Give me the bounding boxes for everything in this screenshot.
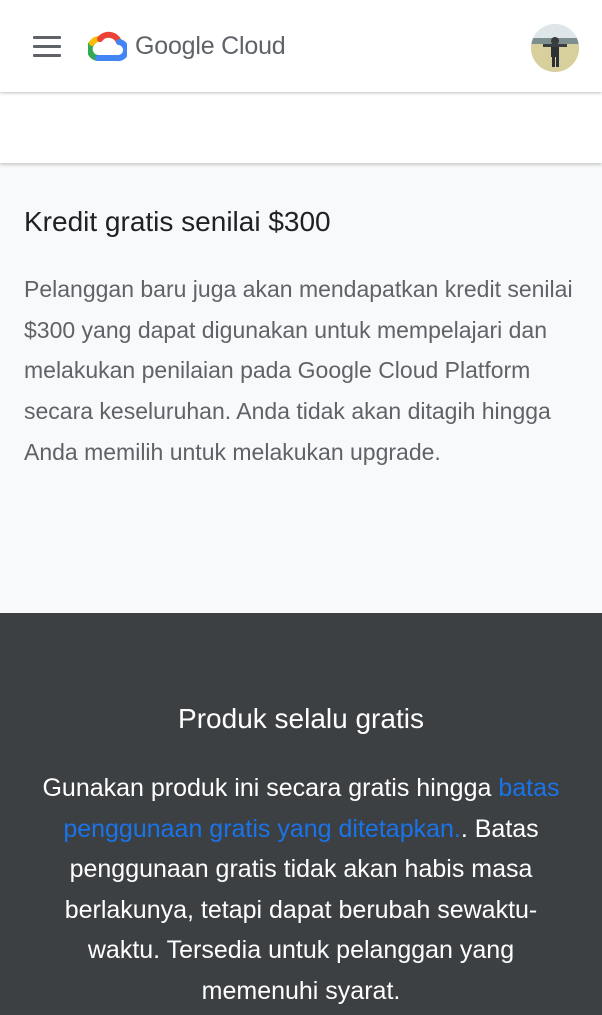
google-cloud-logo[interactable]: Google Cloud <box>88 28 286 64</box>
credit-description: Pelanggan baru juga akan mendapatkan kre… <box>24 276 573 465</box>
brand-name: Google Cloud <box>135 31 286 60</box>
google-cloud-logo-icon <box>88 31 127 62</box>
free-products-heading: Produk selalu gratis <box>178 703 424 734</box>
top-app-bar: Google Cloud <box>0 0 602 92</box>
free-products-intro: Gunakan produk ini secara gratis hingga <box>42 774 499 802</box>
credit-heading: Kredit gratis senilai $300 <box>24 206 331 237</box>
hamburger-menu-icon[interactable] <box>33 36 61 58</box>
free-products-description: Gunakan produk ini secara gratis hingga … <box>30 768 572 1011</box>
avatar-image <box>531 24 579 72</box>
top-spacer-band <box>0 92 602 163</box>
user-avatar[interactable] <box>531 24 579 72</box>
free-products-body: . Batas penggunaan gratis tidak akan hab… <box>64 814 539 1005</box>
